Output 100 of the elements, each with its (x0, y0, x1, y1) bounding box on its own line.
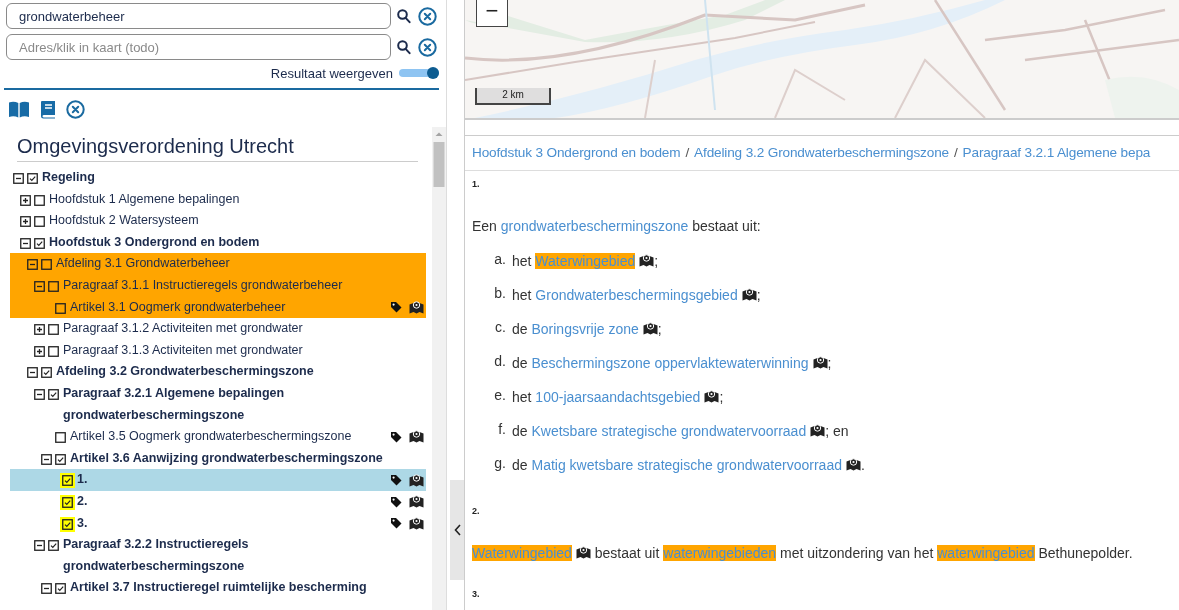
checkbox[interactable] (48, 324, 59, 336)
tag-icon[interactable] (390, 474, 402, 487)
checkbox[interactable] (48, 280, 59, 292)
expand-toggle[interactable] (34, 324, 45, 336)
map-icon[interactable] (642, 322, 658, 335)
term-link[interactable]: grondwaterbeschermingszone (500, 218, 689, 234)
tree-item[interactable]: Artikel 3.7 Instructieregel ruimtelijke bescherming (70, 577, 426, 599)
tag-icon[interactable] (390, 517, 402, 530)
address-field[interactable]: Adres/klik in kaart (todo) (6, 34, 391, 60)
clear-icon[interactable] (418, 6, 437, 26)
chevron-left-icon (453, 524, 461, 536)
collapse-toggle[interactable] (41, 583, 52, 595)
tree-item[interactable]: Paragraaf 3.1.2 Activiteiten met grondwater (63, 318, 426, 340)
tree-item[interactable]: Hoofdstuk 1 Algemene bepalingen (49, 188, 426, 211)
zoom-out-button[interactable]: − (476, 0, 508, 27)
checkbox[interactable] (55, 453, 66, 465)
collapse-toggle[interactable] (27, 259, 38, 271)
checkbox[interactable] (55, 432, 66, 444)
tree-item[interactable]: Hoofdstuk 2 Watersysteem (49, 210, 426, 232)
expand-toggle[interactable] (34, 345, 45, 357)
open-book-icon[interactable] (8, 100, 30, 118)
search-icon[interactable] (397, 39, 411, 55)
tag-icon[interactable] (390, 430, 402, 443)
book-icon[interactable] (40, 99, 56, 119)
member-number: 1. (472, 179, 481, 191)
tree-item[interactable]: 1. (77, 469, 390, 491)
clear-icon[interactable] (418, 37, 437, 57)
list-marker: e. (493, 387, 506, 405)
collapse-toggle[interactable] (34, 280, 45, 292)
list-marker: f. (497, 421, 506, 439)
paragraph: Waterwingebied bestaat uit waterwingebieden met uitzondering van het waterwingebied Bethunepolder. (472, 544, 1134, 563)
tree-item[interactable]: Artikel 3.6 Aanwijzing grondwaterbeschermingszone (70, 447, 426, 470)
breadcrumb-separator: / (685, 145, 690, 160)
tree-item[interactable]: Regeling (42, 167, 426, 189)
tree-item[interactable]: Artikel 3.1 Oogmerk grondwaterbeheer (70, 296, 390, 319)
map-icon[interactable] (845, 458, 861, 471)
expand-toggle[interactable] (20, 194, 31, 206)
collapse-toggle[interactable] (34, 540, 45, 552)
tree-item[interactable]: Paragraaf 3.2.1 Algemene bepalingen grondwaterbeschermingszone (63, 382, 426, 427)
tag-icon[interactable] (390, 301, 402, 314)
tree-item[interactable]: Afdeling 3.2 Grondwaterbeschermingszone (56, 361, 426, 383)
map-icon[interactable] (575, 546, 591, 559)
term-link[interactable]: Boringsvrije zone (531, 321, 639, 337)
map-icon[interactable] (409, 300, 424, 314)
collapse-toggle[interactable] (13, 173, 24, 184)
map-icon[interactable] (409, 495, 424, 509)
search-icon[interactable] (397, 8, 411, 24)
collapse-toggle[interactable] (41, 453, 52, 465)
map-icon[interactable] (812, 356, 828, 369)
tree-item[interactable]: Paragraaf 3.1.3 Activiteiten met grondwater (63, 339, 426, 362)
term-link[interactable]: Beschermingszone oppervlaktewaterwinning (531, 355, 809, 371)
checkbox[interactable] (48, 388, 59, 400)
list-marker: d. (493, 353, 506, 371)
checkbox[interactable] (55, 302, 66, 314)
search-field[interactable]: grondwaterbeheer (6, 3, 391, 29)
highlighted-checkbox[interactable] (62, 475, 73, 487)
breadcrumb-link[interactable]: Afdeling 3.2 Grondwaterbeschermingszone (694, 145, 949, 160)
tree-item[interactable]: Paragraaf 3.2.2 Instructieregels grondwaterbeschermingszone (63, 534, 426, 578)
term-link[interactable]: Kwetsbare strategische grondwatervoorraad (531, 423, 807, 439)
breadcrumb-link[interactable]: Hoofdstuk 3 Ondergrond en bodem (472, 145, 681, 160)
breadcrumb-link[interactable]: Paragraaf 3.2.1 Algemene bepa (962, 145, 1151, 160)
term-link[interactable]: Grondwaterbeschermingsgebied (535, 287, 738, 303)
term-link[interactable]: 100-jaarsaandachtsgebied (535, 389, 701, 405)
search-match-row[interactable]: Artikel 3.1 Oogmerk grondwaterbeheer (10, 296, 426, 319)
collapse-toggle[interactable] (34, 388, 45, 400)
map-icon[interactable] (409, 473, 424, 487)
list-marker: c. (494, 319, 506, 337)
checkbox[interactable] (34, 237, 45, 249)
map-icon[interactable] (409, 516, 424, 530)
checkbox[interactable] (41, 367, 52, 379)
highlighted-checkbox[interactable] (62, 496, 73, 508)
checkbox[interactable] (48, 345, 59, 357)
checkbox[interactable] (34, 216, 45, 228)
checkbox[interactable] (34, 194, 45, 206)
tree-item[interactable]: Artikel 3.5 Oogmerk grondwaterbeschermingszone (70, 426, 390, 448)
collapse-toggle[interactable] (27, 367, 38, 379)
document-title: Omgevingsverordening Utrecht (17, 134, 418, 162)
scale-bar: 2 km (475, 88, 551, 105)
checkbox[interactable] (41, 259, 52, 271)
selected-row[interactable]: 1. (10, 469, 426, 491)
map-icon[interactable] (741, 288, 757, 301)
map-icon[interactable] (639, 254, 655, 267)
expand-toggle[interactable] (20, 216, 31, 228)
map-icon[interactable] (810, 424, 826, 437)
map-icon[interactable] (704, 390, 720, 403)
tag-icon[interactable] (390, 495, 402, 508)
tree-item[interactable]: 3. (77, 512, 390, 535)
result-toggle[interactable] (399, 69, 439, 77)
tree-item[interactable]: 2. (77, 490, 390, 513)
term-link[interactable]: Matig kwetsbare strategische grondwatervoorraad (531, 457, 842, 473)
tree-item[interactable]: Hoofdstuk 3 Ondergrond en bodem (49, 231, 426, 254)
close-icon[interactable] (66, 99, 85, 119)
collapse-toggle[interactable] (20, 237, 31, 249)
list-item: het Grondwaterbeschermingsgebied ; (512, 286, 761, 305)
checkbox[interactable] (27, 173, 38, 184)
highlighted-checkbox[interactable] (62, 518, 73, 530)
checkbox[interactable] (55, 583, 66, 595)
map-icon[interactable] (409, 430, 424, 444)
checkbox[interactable] (48, 540, 59, 552)
map[interactable]: − 2 km (465, 0, 1179, 120)
